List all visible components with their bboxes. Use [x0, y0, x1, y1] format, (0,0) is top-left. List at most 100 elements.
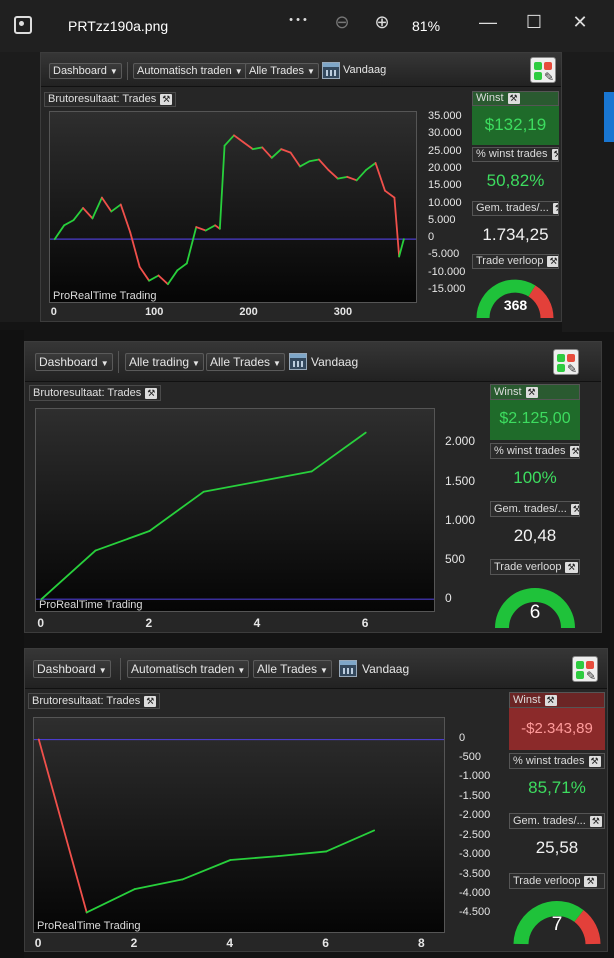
trading-dropdown[interactable]: Automatisch traden ▼ — [127, 660, 250, 678]
equity-line-segment — [280, 148, 292, 154]
equity-line-segment — [82, 207, 94, 220]
file-title: PRTzz190a.png — [68, 18, 169, 34]
trades-dropdown[interactable]: Alle Trades ▼ — [206, 353, 285, 371]
stats-column: Winst ⚒ -$2.343,89 % winst trades ⚒ 85,71%… — [509, 692, 605, 950]
equity-line-segment — [94, 530, 151, 552]
calendar-icon[interactable] — [339, 660, 357, 677]
pct-winst-label: % winst trades⚒ — [472, 147, 559, 162]
trade-verloop-value: 7 — [551, 914, 563, 935]
equity-line-segment — [202, 480, 259, 493]
y-tick-label: -2.500 — [459, 828, 491, 841]
equity-line-segment — [365, 162, 377, 171]
y-tick-label: -1.000 — [459, 770, 491, 783]
stats-column: Winst⚒ $132,19 % winst trades⚒ 50,82% Ge… — [472, 91, 559, 321]
equity-line-segment — [325, 829, 376, 853]
equity-line-segment — [167, 269, 179, 286]
trade-verloop-label: Trade verloop ⚒ — [509, 873, 605, 889]
equity-line-segment — [148, 490, 205, 532]
equity-line-segment — [218, 144, 226, 230]
dashboard-dropdown[interactable]: Dashboard ▼ — [33, 660, 111, 678]
winst-box: Winst ⚒ -$2.343,89 — [509, 692, 605, 750]
trades-dropdown[interactable]: Alle Trades ▼ — [253, 660, 332, 678]
y-tick-label: -4.500 — [459, 906, 491, 919]
dashboard-dropdown[interactable]: Dashboard ▼ — [49, 63, 122, 79]
equity-line-segment — [336, 175, 349, 180]
calendar-icon[interactable] — [289, 353, 307, 370]
x-tick-label: 4 — [226, 936, 234, 950]
equity-line-segment — [63, 219, 75, 227]
equity-line-segment — [233, 134, 245, 144]
y-tick-label: -4.000 — [459, 886, 491, 899]
x-axis: 0 2 4 6 — [35, 616, 435, 630]
settings-icon[interactable] — [530, 57, 556, 84]
background-window — [562, 52, 614, 332]
chart-plot-area: ProRealTime Trading — [49, 111, 417, 303]
equity-line-segment — [72, 207, 84, 222]
wrench-icon[interactable]: ⚒ — [160, 93, 173, 105]
equity-line-segment — [289, 151, 301, 168]
equity-line-segment — [138, 265, 150, 282]
panel-toolbar: Dashboard ▼ Automatisch traden ▼ Alle Trad… — [25, 649, 607, 689]
settings-icon[interactable] — [572, 656, 598, 683]
zoom-out-icon[interactable]: ⊖ — [328, 12, 356, 33]
equity-line-segment — [270, 148, 283, 159]
gem-trades-value: 1.734,25 — [482, 225, 549, 244]
x-tick-label: 2 — [130, 936, 138, 950]
trade-verloop-value: 6 — [529, 602, 541, 623]
winst-value: $2.125,00 — [499, 410, 571, 427]
trading-dropdown[interactable]: Alle trading ▼ — [125, 353, 204, 371]
equity-line-segment — [133, 878, 184, 891]
y-tick-label: 500 — [445, 551, 466, 566]
y-tick-label: -15.000 — [428, 283, 466, 296]
pct-winst-value: 85,71% — [528, 778, 586, 797]
trade-verloop-label: Trade verloop ⚒ — [472, 254, 559, 269]
y-tick-label: -10.000 — [428, 265, 466, 278]
y-tick-label: 15.000 — [428, 179, 462, 192]
wrench-icon[interactable]: ⚒ — [145, 387, 158, 399]
minimize-icon[interactable]: — — [474, 12, 502, 33]
wrench-icon[interactable]: ⚒ — [144, 695, 157, 707]
equity-line-segment — [242, 141, 254, 151]
viewer-background — [0, 52, 40, 322]
chart-plot-area: ProRealTime Trading — [33, 717, 445, 933]
settings-icon[interactable] — [553, 349, 579, 376]
x-tick-label: 4 — [253, 616, 261, 630]
more-options-button[interactable]: • • • — [284, 14, 312, 26]
y-tick-label: -3.000 — [459, 848, 491, 861]
equity-line-segment — [204, 224, 217, 232]
x-tick-label: 6 — [361, 616, 369, 630]
equity-chart-svg — [34, 738, 444, 914]
x-tick-label: 8 — [418, 936, 425, 950]
y-tick-label: 5.000 — [428, 213, 456, 226]
winst-box: Winst ⚒ $132,19 — [472, 91, 559, 145]
equity-chart-svg — [50, 134, 416, 286]
dashboard-dropdown[interactable]: Dashboard ▼ — [35, 353, 113, 371]
trade-verloop-label: Trade verloop ⚒ — [490, 559, 580, 575]
equity-line-segment — [229, 855, 280, 861]
y-tick-label: 1.000 — [445, 512, 476, 527]
maximize-icon[interactable]: ☐ — [520, 12, 548, 33]
equity-line-segment — [110, 203, 122, 213]
equity-line-segment — [398, 238, 405, 258]
today-label[interactable]: Vandaag — [343, 64, 386, 76]
close-icon[interactable]: ✕ — [566, 12, 594, 33]
chart-title: Brutoresultaat: Trades ⚒ — [44, 92, 177, 107]
zoom-in-icon[interactable]: ⊕ — [368, 12, 396, 33]
panel-toolbar: Dashboard ▼ Automatisch traden ▼ Alle Trad… — [41, 53, 561, 87]
equity-line-segment — [40, 549, 97, 601]
winst-label: Winst ⚒ — [509, 692, 605, 708]
equity-line-segment — [129, 231, 141, 268]
trade-verloop-value: 368 — [503, 297, 528, 313]
pct-winst-label: % winst trades⚒ — [509, 753, 605, 769]
equity-line-segment — [393, 196, 401, 258]
y-tick-label: 30.000 — [428, 127, 462, 140]
x-axis: 0 2 4 6 8 — [33, 936, 445, 950]
equity-line-segment — [355, 169, 368, 182]
trades-dropdown[interactable]: Alle Trades ▼ — [245, 63, 319, 79]
gem-trades-label: Gem. trades/...⚒ — [509, 813, 605, 829]
today-label[interactable]: Vandaag — [362, 662, 409, 676]
calendar-icon[interactable] — [322, 62, 340, 79]
trading-dropdown[interactable]: Automatisch traden ▼ — [133, 63, 247, 79]
today-label[interactable]: Vandaag — [311, 355, 358, 369]
equity-line-segment — [53, 224, 66, 241]
